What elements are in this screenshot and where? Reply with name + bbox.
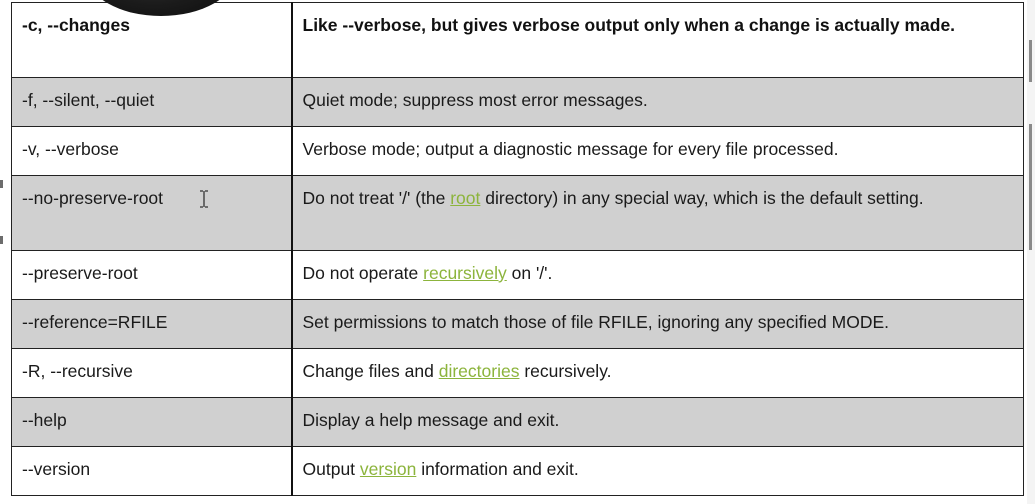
description-link[interactable]: recursively [423,263,507,283]
description-text: Change files and [302,361,439,381]
description-cell: Display a help message and exit. [291,397,1024,447]
description-text: recursively. [519,361,612,381]
description-cell: Output version information and exit. [291,446,1024,496]
description-cell: Verbose mode; output a diagnostic messag… [291,126,1024,176]
option-cell: --version [11,446,293,496]
description-text: Like --verbose, but gives verbose output… [302,15,956,35]
edge-marker [0,180,3,188]
description-text: directory) in any special way, which is … [480,188,924,208]
table-row: --reference=RFILE Set permissions to matc… [11,299,1024,349]
option-cell: -f, --silent, --quiet [11,77,293,127]
description-text: Display a help message and exit. [302,410,560,430]
description-text: Quiet mode; suppress most error messages… [302,90,648,110]
option-cell: -R, --recursive [11,348,293,398]
options-table-body: -c, --changes Like --verbose, but gives v… [11,2,1024,496]
options-table: -c, --changes Like --verbose, but gives v… [11,2,1024,496]
description-text: information and exit. [416,459,579,479]
option-cell: -v, --verbose [11,126,293,176]
description-cell: Quiet mode; suppress most error messages… [291,77,1024,127]
description-text: Verbose mode; output a diagnostic messag… [302,139,839,159]
option-cell: --no-preserve-root [11,175,293,251]
description-cell: Do not operate recursively on '/'. [291,250,1024,300]
table-row: -f, --silent, --quiet Quiet mode; suppres… [11,77,1024,127]
description-cell: Set permissions to match those of file R… [291,299,1024,349]
description-text: Output [302,459,360,479]
table-row: --preserve-root Do not operate recursivel… [11,250,1024,300]
left-edge-strip [0,0,8,504]
option-cell: --help [11,397,293,447]
table-row: -R, --recursive Change files and director… [11,348,1024,398]
text-ibeam-cursor-icon [200,190,208,208]
description-link[interactable]: directories [439,361,520,381]
screen-capture: -c, --changes Like --verbose, but gives v… [0,0,1035,504]
description-link[interactable]: root [450,188,480,208]
table-row: --help Display a help message and exit. [11,397,1024,447]
description-text: Set permissions to match those of file R… [302,312,890,332]
description-cell: Like --verbose, but gives verbose output… [291,2,1024,78]
scroll-indicator [1029,124,1032,250]
description-link[interactable]: version [360,459,416,479]
description-cell: Change files and directories recursively… [291,348,1024,398]
option-cell: --preserve-root [11,250,293,300]
table-row: --no-preserve-root Do not treat '/' (the … [11,175,1024,251]
edge-marker [0,236,3,244]
option-cell: --reference=RFILE [11,299,293,349]
description-text: Do not operate [302,263,424,283]
description-cell: Do not treat '/' (the root directory) in… [291,175,1024,251]
table-row: -v, --verbose Verbose mode; output a diag… [11,126,1024,176]
description-text: on '/'. [506,263,553,283]
description-text: Do not treat '/' (the [302,188,451,208]
scroll-indicator [1029,40,1032,82]
table-row: --version Output version information and … [11,446,1024,496]
